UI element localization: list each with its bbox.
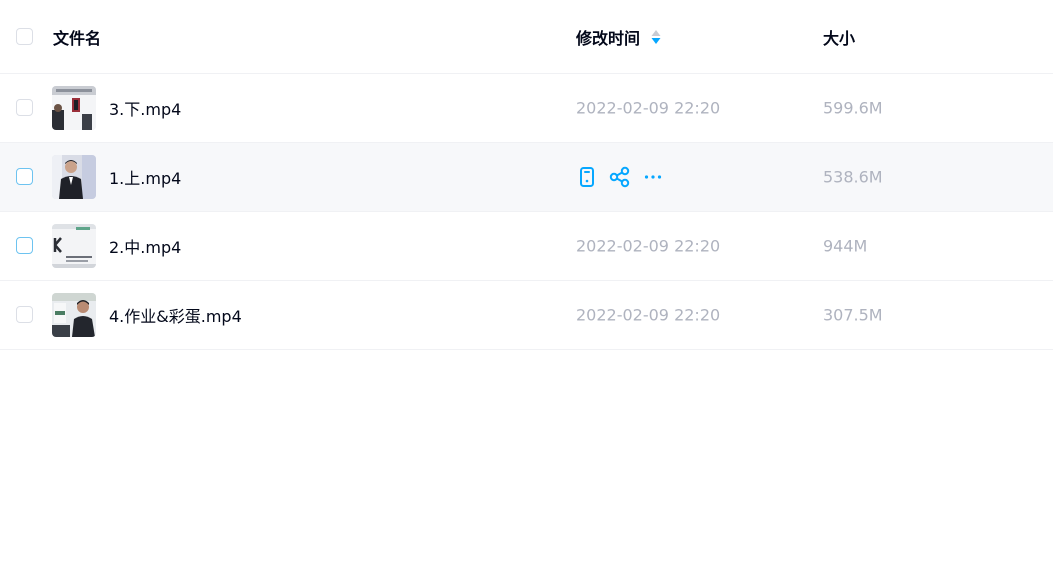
header-size[interactable]: 大小: [823, 25, 855, 49]
file-name[interactable]: 4.作业&彩蛋.mp4: [109, 303, 242, 327]
file-table: 文件名 修改时间 大小 3.下.mp4 2022-02-09 22:20 599…: [0, 0, 1053, 350]
row-checkbox[interactable]: [16, 237, 33, 254]
table-row[interactable]: 4.作业&彩蛋.mp4 2022-02-09 22:20 307.5M: [0, 281, 1053, 350]
file-size: 944M: [823, 236, 868, 256]
modified-time: 2022-02-09 22:20: [576, 98, 721, 118]
table-row[interactable]: 2.中.mp4 2022-02-09 22:20 944M: [0, 212, 1053, 281]
file-name[interactable]: 1.上.mp4: [109, 165, 181, 189]
row-hover-actions: [576, 166, 675, 188]
row-checkbox[interactable]: [16, 99, 33, 116]
video-thumbnail[interactable]: [52, 293, 96, 337]
sort-descending-icon[interactable]: [650, 28, 662, 46]
file-name[interactable]: 3.下.mp4: [109, 96, 181, 120]
table-row[interactable]: 3.下.mp4 2022-02-09 22:20 599.6M: [0, 74, 1053, 143]
video-thumbnail[interactable]: [52, 155, 96, 199]
select-all-checkbox[interactable]: [16, 27, 33, 45]
header-modified-time[interactable]: 修改时间: [576, 25, 640, 49]
modified-time: 2022-02-09 22:20: [576, 305, 721, 325]
share-icon[interactable]: [609, 166, 631, 188]
row-checkbox[interactable]: [16, 306, 33, 323]
video-thumbnail[interactable]: [52, 86, 96, 130]
table-row[interactable]: 1.上.mp4 538.6M: [0, 143, 1053, 212]
file-size: 538.6M: [823, 167, 883, 187]
row-checkbox[interactable]: [16, 168, 33, 185]
more-icon[interactable]: [642, 166, 664, 188]
header-filename[interactable]: 文件名: [53, 25, 101, 49]
table-header: 文件名 修改时间 大小: [0, 0, 1053, 74]
video-thumbnail[interactable]: [52, 224, 96, 268]
modified-time: 2022-02-09 22:20: [576, 236, 721, 256]
file-name[interactable]: 2.中.mp4: [109, 234, 181, 258]
mobile-icon[interactable]: [576, 166, 598, 188]
file-size: 307.5M: [823, 305, 883, 325]
file-size: 599.6M: [823, 98, 883, 118]
